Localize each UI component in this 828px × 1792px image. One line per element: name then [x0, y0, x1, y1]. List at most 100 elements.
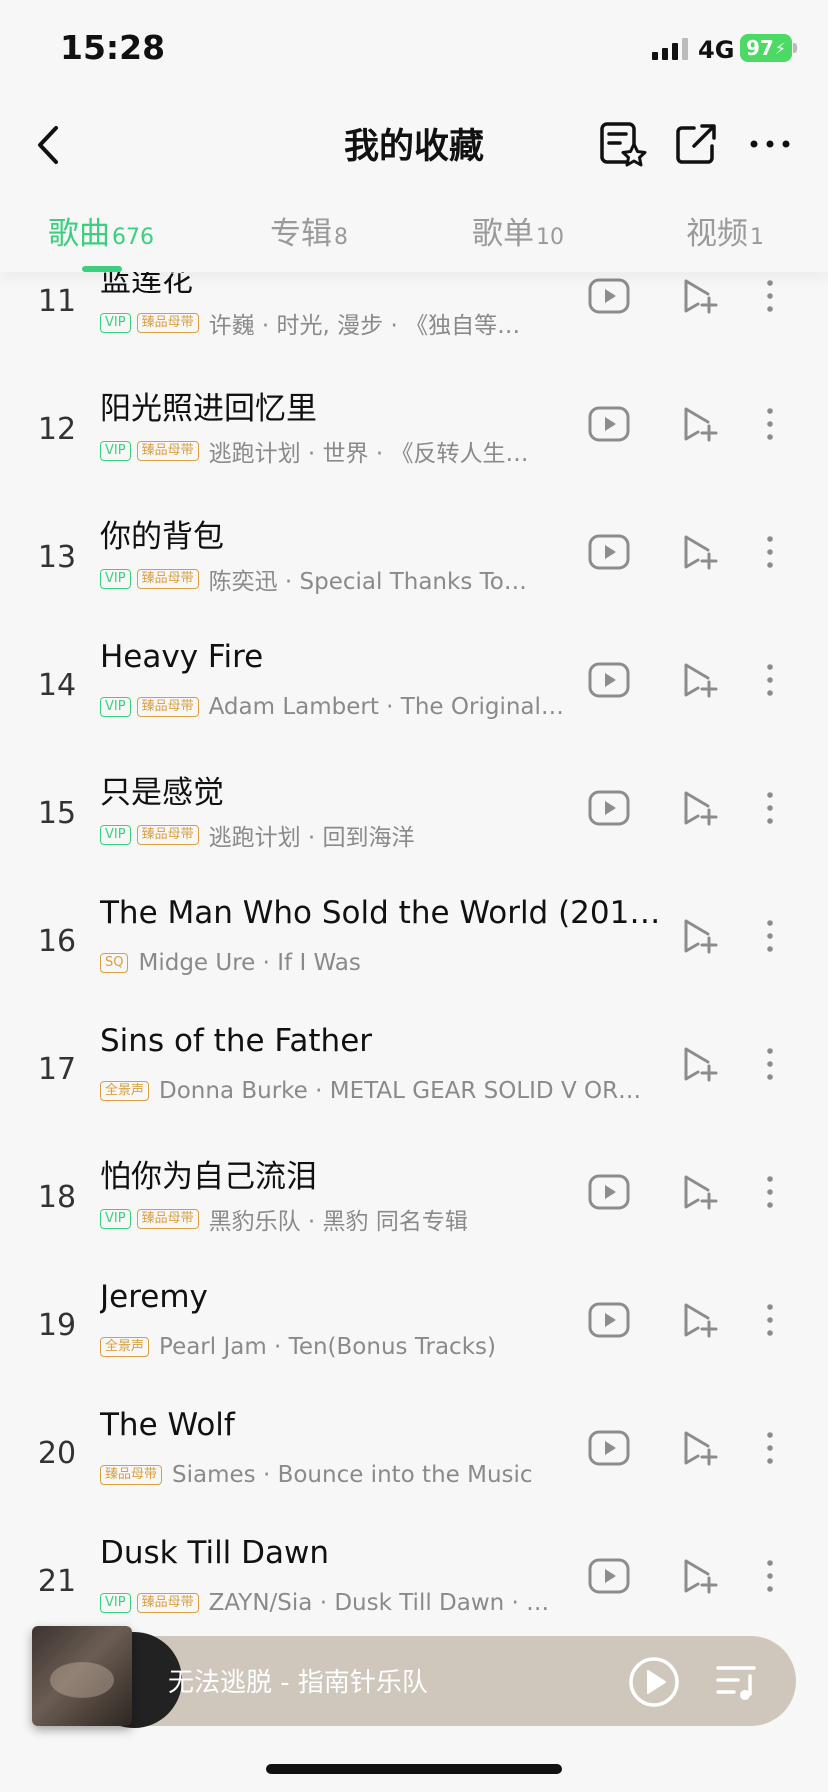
artist-album-text: 黑豹乐队 · 黑豹 同名专辑: [208, 1209, 468, 1234]
song-meta: VIP 臻品母带 许巍 · 时光, 漫步 · 《独自等…: [100, 308, 580, 338]
song-row[interactable]: 13 你的背包 VIP 臻品母带 陈奕迅 · Special Thanks To…: [0, 506, 828, 634]
add-to-playlist-icon: [684, 279, 718, 314]
more-vertical-icon: [767, 920, 773, 952]
add-to-playlist-button[interactable]: [678, 916, 722, 956]
song-more-button[interactable]: [752, 1172, 788, 1212]
song-title: 怕你为自己流泪: [100, 1159, 317, 1195]
song-more-button[interactable]: [752, 404, 788, 444]
mv-play-button[interactable]: [587, 1556, 631, 1596]
add-to-playlist-icon: [684, 1559, 718, 1594]
video-play-icon: [588, 662, 630, 698]
mini-player[interactable]: 无法逃脱 - 指南针乐队: [32, 1626, 796, 1728]
mv-play-button[interactable]: [587, 276, 631, 316]
playlist-queue-button[interactable]: [714, 1660, 762, 1704]
more-vertical-icon: [767, 1560, 773, 1592]
status-time: 15:28: [60, 28, 166, 67]
add-to-playlist-button[interactable]: [678, 532, 722, 572]
quality-badge: 全景声: [100, 1337, 150, 1357]
add-to-playlist-button[interactable]: [678, 1172, 722, 1212]
song-title: 阳光照进回忆里: [100, 391, 317, 427]
song-row[interactable]: 11 蓝莲花 VIP 臻品母带 许巍 · 时光, 漫步 · 《独自等…: [0, 272, 828, 378]
song-row[interactable]: 17 Sins of the Father 全景声 Donna Burke · MET…: [0, 1018, 828, 1146]
favorite-list-button[interactable]: [596, 118, 648, 170]
song-more-button[interactable]: [752, 1300, 788, 1340]
more-vertical-icon: [767, 408, 773, 440]
more-options-button[interactable]: [744, 118, 796, 170]
mv-play-button[interactable]: [587, 1172, 631, 1212]
quality-badge: VIP: [100, 313, 131, 333]
song-title: The Wolf: [100, 1407, 235, 1443]
mini-play-button[interactable]: [628, 1656, 680, 1708]
add-to-playlist-button[interactable]: [678, 788, 722, 828]
add-to-playlist-button[interactable]: [678, 660, 722, 700]
song-more-button[interactable]: [752, 1556, 788, 1596]
battery-level: 97: [745, 36, 774, 60]
battery-icon: 97 ⚡: [740, 34, 792, 62]
tab-songs[interactable]: 歌曲676: [48, 208, 154, 253]
quality-badge: 臻品母带: [136, 1593, 199, 1613]
quality-badge: VIP: [100, 1593, 131, 1613]
song-number: 12: [37, 412, 77, 447]
song-row[interactable]: 15 只是感觉 VIP 臻品母带 逃跑计划 · 回到海洋: [0, 762, 828, 890]
add-to-playlist-button[interactable]: [678, 276, 722, 316]
add-to-playlist-icon: [684, 1431, 718, 1466]
song-row[interactable]: 16 The Man Who Sold the World (2010… SQ Mid…: [0, 890, 828, 1018]
video-play-icon: [588, 406, 630, 442]
quality-badge: 臻品母带: [100, 1465, 163, 1485]
song-more-button[interactable]: [752, 916, 788, 956]
add-to-playlist-button[interactable]: [678, 404, 722, 444]
add-to-playlist-button[interactable]: [678, 1300, 722, 1340]
song-more-button[interactable]: [752, 532, 788, 572]
song-row[interactable]: 14 Heavy Fire VIP 臻品母带 Adam Lambert · The Or…: [0, 634, 828, 762]
song-more-button[interactable]: [752, 276, 788, 316]
quality-badge: 臻品母带: [136, 825, 199, 845]
song-number: 21: [37, 1564, 77, 1599]
song-row[interactable]: 20 The Wolf 臻品母带 Siames · Bounce into the M…: [0, 1402, 828, 1530]
quality-badge: VIP: [100, 1209, 131, 1229]
add-to-playlist-button[interactable]: [678, 1044, 722, 1084]
mv-play-button[interactable]: [587, 660, 631, 700]
artist-album-text: Adam Lambert · The Original…: [208, 694, 564, 720]
song-more-button[interactable]: [752, 660, 788, 700]
song-meta: 全景声 Donna Burke · METAL GEAR SOLID V OR…: [100, 1076, 660, 1106]
album-art[interactable]: [32, 1626, 132, 1726]
mv-play-button[interactable]: [587, 404, 631, 444]
tab-albums[interactable]: 专辑8: [270, 208, 348, 253]
more-vertical-icon: [767, 792, 773, 824]
artist-album-text: 陈奕迅 · Special Thanks To…: [208, 569, 527, 594]
mv-play-button[interactable]: [587, 1300, 631, 1340]
active-tab-indicator: [82, 266, 122, 272]
mv-play-button[interactable]: [587, 532, 631, 572]
video-play-icon: [588, 1558, 630, 1594]
song-row[interactable]: 18 怕你为自己流泪 VIP 臻品母带 黑豹乐队 · 黑豹 同名专辑: [0, 1146, 828, 1274]
tab-bar: 歌曲676 专辑8 歌单10 视频1: [0, 190, 828, 272]
more-vertical-icon: [767, 536, 773, 568]
song-more-button[interactable]: [752, 1044, 788, 1084]
now-playing-text[interactable]: 无法逃脱 - 指南针乐队: [168, 1662, 428, 1699]
tab-videos-count: 1: [750, 225, 764, 250]
battery-tip: [793, 43, 797, 53]
tab-videos[interactable]: 视频1: [686, 208, 764, 253]
tab-playlists[interactable]: 歌单10: [472, 208, 564, 253]
song-row[interactable]: 12 阳光照进回忆里 VIP 臻品母带 逃跑计划 · 世界 · 《反转人生…: [0, 378, 828, 506]
tab-videos-label: 视频: [686, 216, 748, 252]
song-number: 18: [37, 1180, 77, 1215]
song-meta: VIP 臻品母带 逃跑计划 · 世界 · 《反转人生…: [100, 436, 580, 466]
artist-album-text: ZAYN/Sia · Dusk Till Dawn · …: [208, 1590, 550, 1616]
song-row[interactable]: 19 Jeremy 全景声 Pearl Jam · Ten(Bonus Tracks): [0, 1274, 828, 1402]
song-meta: VIP 臻品母带 逃跑计划 · 回到海洋: [100, 820, 580, 850]
song-title: The Man Who Sold the World (2010…: [100, 895, 670, 931]
network-type: 4G: [698, 36, 735, 64]
song-list[interactable]: 11 蓝莲花 VIP 臻品母带 许巍 · 时光, 漫步 · 《独自等… 12 阳光照进回忆里…: [0, 272, 828, 1642]
artist-album-text: Midge Ure · If I Was: [138, 950, 361, 976]
add-to-playlist-button[interactable]: [678, 1428, 722, 1468]
song-more-button[interactable]: [752, 788, 788, 828]
mv-play-button[interactable]: [587, 1428, 631, 1468]
share-button[interactable]: [670, 118, 722, 170]
add-to-playlist-icon: [684, 791, 718, 826]
add-to-playlist-button[interactable]: [678, 1556, 722, 1596]
video-play-icon: [588, 278, 630, 314]
artist-album-text: 逃跑计划 · 世界 · 《反转人生…: [208, 441, 529, 466]
mv-play-button[interactable]: [587, 788, 631, 828]
song-more-button[interactable]: [752, 1428, 788, 1468]
